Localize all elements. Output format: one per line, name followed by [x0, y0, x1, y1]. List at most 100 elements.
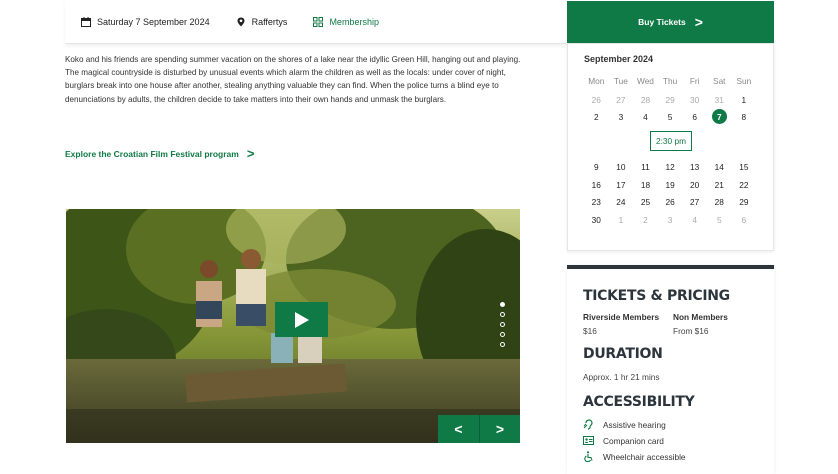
companion-card-icon [583, 435, 594, 446]
weekday-label: Sat [713, 76, 726, 86]
calendar-day[interactable]: 10 [609, 159, 634, 175]
carousel-dot[interactable] [500, 312, 505, 317]
carousel-prev-button[interactable]: < [438, 415, 479, 443]
non-members-price: From $16 [673, 326, 709, 336]
play-icon [294, 311, 309, 328]
location-pin-icon [236, 17, 246, 27]
buy-tickets-label[interactable]: Buy Tickets [638, 17, 686, 27]
calendar-day[interactable]: 2 [584, 109, 609, 125]
media-carousel[interactable]: < > [66, 209, 520, 443]
calendar-day: 31 [714, 95, 724, 105]
calendar-day[interactable]: 1 [732, 92, 757, 108]
calendar-day[interactable]: 22 [732, 177, 757, 193]
pricing-heading: TICKETS & PRICING [583, 288, 730, 304]
calendar-day[interactable]: 30 [584, 212, 609, 228]
calendar-day[interactable]: 15 [732, 159, 757, 175]
calendar-day[interactable]: 28 [707, 194, 732, 210]
event-info-bar: Saturday 7 September 2024 Raffertys Memb… [65, 0, 569, 44]
arrow-right-icon: > [694, 14, 703, 30]
calendar-day[interactable]: 23 [584, 194, 609, 210]
ticket-info-panel: TICKETS & PRICING Riverside Members $16 … [567, 265, 774, 474]
explore-festival-label[interactable]: Explore the Croatian Film Festival progr… [65, 149, 239, 159]
play-video-button[interactable] [275, 302, 328, 337]
hearing-icon [583, 419, 594, 430]
calendar-month: September 2024 [584, 54, 654, 64]
calendar-weekdays: Mon Tue Wed Thu Fri Sat Sun [584, 76, 772, 86]
calendar-day[interactable]: 24 [609, 194, 634, 210]
accessibility-label: Companion card [603, 435, 664, 446]
calendar-day: 29 [665, 95, 675, 105]
accessibility-heading: ACCESSIBILITY [583, 394, 695, 410]
session-calendar: September 2024 Mon Tue Wed Thu Fri Sat Sun 26 2… [567, 43, 774, 251]
weekday-label: Mon [588, 76, 605, 86]
calendar-week: 9 10 11 12 13 14 15 [584, 159, 772, 175]
membership-label[interactable]: Membership [329, 17, 379, 27]
carousel-pagination [500, 302, 505, 347]
calendar-day-selected[interactable]: 7 [707, 109, 732, 125]
calendar-week: 26 27 28 29 30 31 1 [584, 92, 772, 108]
explore-festival-link[interactable]: Explore the Croatian Film Festival progr… [65, 146, 254, 161]
calendar-day[interactable]: 20 [682, 177, 707, 193]
calendar-day[interactable]: 16 [584, 177, 609, 193]
non-members-label: Non Members [673, 312, 728, 322]
arrow-right-icon: > [246, 146, 255, 161]
event-venue: Raffertys [236, 16, 288, 27]
calendar-week: 16 17 18 19 20 21 22 [584, 177, 772, 193]
carousel-dot[interactable] [500, 342, 505, 347]
calendar-day: 3 [667, 215, 673, 225]
calendar-day[interactable]: 29 [732, 194, 757, 210]
carousel-nav: < > [438, 415, 520, 443]
event-venue-text: Raffertys [251, 16, 288, 27]
buy-tickets-button[interactable]: Buy Tickets > [567, 1, 774, 43]
event-date: Saturday 7 September 2024 [81, 16, 210, 27]
calendar-day[interactable]: 25 [633, 194, 658, 210]
session-time-button[interactable]: 2:30 pm [650, 131, 692, 151]
calendar-day: 26 [591, 95, 601, 105]
calendar-day[interactable]: 26 [658, 194, 683, 210]
accessibility-label: Wheelchair accessible [603, 451, 686, 462]
calendar-day: 1 [618, 215, 624, 225]
chevron-left-icon: < [454, 421, 463, 437]
calendar-day[interactable]: 17 [609, 177, 634, 193]
weekday-label: Fri [689, 76, 700, 86]
members-label: Riverside Members [583, 312, 660, 322]
calendar-day[interactable]: 13 [682, 159, 707, 175]
calendar-day[interactable]: 8 [732, 109, 757, 125]
calendar-day: 5 [716, 215, 722, 225]
calendar-day: 30 [690, 95, 700, 105]
accessibility-item: Wheelchair accessible [583, 451, 686, 462]
calendar-day[interactable]: 9 [584, 159, 609, 175]
calendar-day[interactable]: 12 [658, 159, 683, 175]
calendar-day: 2 [643, 215, 648, 225]
carousel-dot[interactable] [500, 302, 505, 307]
grid-icon [313, 16, 324, 27]
calendar-icon [81, 16, 91, 27]
film-synopsis: Koko and his friends are spending summer… [65, 55, 521, 104]
carousel-next-button[interactable]: > [479, 415, 520, 443]
calendar-day[interactable]: 21 [707, 177, 732, 193]
calendar-day: 6 [741, 215, 747, 225]
membership-link[interactable]: Membership [313, 16, 379, 27]
calendar-day[interactable]: 27 [682, 194, 707, 210]
calendar-day[interactable]: 3 [609, 109, 634, 125]
calendar-day[interactable]: 19 [658, 177, 683, 193]
duration-value: Approx. 1 hr 21 mins [583, 372, 660, 382]
calendar-day[interactable]: 6 [682, 109, 707, 125]
carousel-dot[interactable] [500, 332, 505, 337]
calendar-day[interactable]: 18 [633, 177, 658, 193]
calendar-week: 2345678 [584, 109, 772, 125]
calendar-day[interactable]: 14 [707, 159, 732, 175]
weekday-label: Sun [736, 76, 752, 86]
chevron-right-icon: > [495, 421, 505, 437]
calendar-day[interactable]: 5 [658, 109, 683, 125]
weekday-label: Wed [637, 76, 654, 86]
calendar-day: 4 [692, 215, 697, 225]
calendar-day[interactable]: 4 [633, 109, 658, 125]
carousel-dot[interactable] [500, 322, 505, 327]
weekday-label: Thu [662, 76, 678, 86]
accessibility-label: Assistive hearing [603, 419, 666, 430]
calendar-day[interactable]: 11 [633, 159, 658, 175]
weekday-label: Tue [613, 76, 628, 86]
members-price: $16 [583, 326, 597, 336]
calendar-week: 30 1 2 3 4 5 6 [584, 212, 772, 228]
